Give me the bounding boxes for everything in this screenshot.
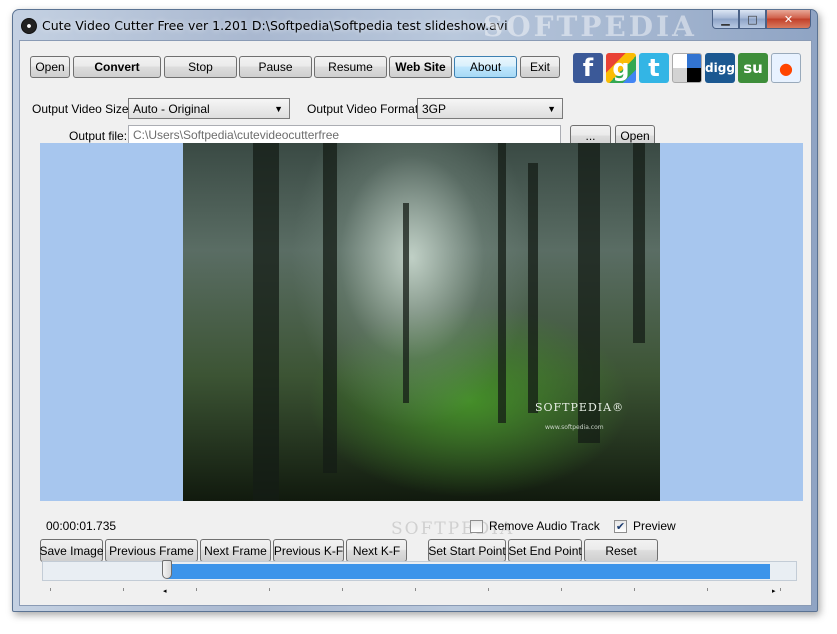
website-button[interactable]: Web Site <box>389 56 452 78</box>
timeline-tick <box>561 588 562 591</box>
preview-label: Preview <box>633 519 676 533</box>
timeline-thumb[interactable] <box>162 560 173 579</box>
save-image-button[interactable]: Save Image <box>39 539 104 562</box>
video-url: www.softpedia.com <box>545 424 604 431</box>
maximize-icon: □ <box>747 12 758 26</box>
convert-button[interactable]: Convert <box>73 56 161 78</box>
timeline-tick <box>634 588 635 591</box>
stop-button[interactable]: Stop <box>164 56 237 78</box>
selected-range-bar <box>167 564 770 579</box>
preview-checkbox[interactable]: ✔ <box>614 520 627 533</box>
previous-frame-button[interactable]: Previous Frame <box>105 539 198 562</box>
maximize-button[interactable]: □ <box>739 10 766 29</box>
exit-button[interactable]: Exit <box>520 56 560 78</box>
google-icon[interactable]: g <box>606 53 636 83</box>
output-file-field[interactable]: C:\Users\Softpedia\cutevideocutterfree <box>128 125 561 145</box>
checkmark-icon: ✔ <box>615 520 626 533</box>
timeline-tick <box>269 588 270 591</box>
timeline-tick <box>123 588 124 591</box>
app-window: Cute Video Cutter Free ver 1.201 D:\Soft… <box>12 9 818 612</box>
video-frame: SOFTPEDIA® www.softpedia.com <box>183 143 660 501</box>
end-point-marker: ▸ <box>772 587 776 595</box>
stumbleupon-icon[interactable]: su <box>738 53 768 83</box>
set-start-point-button[interactable]: Set Start Point <box>428 539 506 562</box>
digg-icon[interactable]: digg <box>705 53 735 83</box>
close-button[interactable]: ✕ <box>766 10 811 29</box>
delicious-icon[interactable] <box>672 53 702 83</box>
minimize-button[interactable]: ▁ <box>712 10 739 29</box>
start-point-marker: ◂ <box>163 587 167 595</box>
reddit-icon[interactable]: ● <box>771 53 801 83</box>
set-end-point-button[interactable]: Set End Point <box>508 539 582 562</box>
window-controls: ▁ □ ✕ <box>712 10 811 29</box>
facebook-icon[interactable]: f <box>573 53 603 83</box>
title-bar[interactable]: Cute Video Cutter Free ver 1.201 D:\Soft… <box>13 10 817 43</box>
timeline-tick <box>196 588 197 591</box>
timeline-tick <box>488 588 489 591</box>
main-panel: Open Convert Stop Pause Resume Web Site … <box>19 40 812 606</box>
film-reel-icon <box>21 18 37 34</box>
pause-button[interactable]: Pause <box>239 56 312 78</box>
timeline-ticks <box>50 588 790 592</box>
twitter-icon[interactable]: t <box>639 53 669 83</box>
about-button[interactable]: About <box>454 56 517 78</box>
reset-button[interactable]: Reset <box>584 539 658 562</box>
preview-area: SOFTPEDIA® www.softpedia.com <box>40 143 803 501</box>
watermark-logo: SOFTPEDIA <box>483 10 697 43</box>
close-icon: ✕ <box>783 12 794 26</box>
dropdown-arrow-icon: ▼ <box>274 104 283 114</box>
minimize-icon: ▁ <box>721 12 730 26</box>
video-watermark: SOFTPEDIA® <box>535 401 625 414</box>
timeline-tick <box>780 588 781 591</box>
timeline-tick <box>415 588 416 591</box>
timeline-tick <box>50 588 51 591</box>
output-size-select[interactable]: Auto - Original ▼ <box>128 98 290 119</box>
output-format-select[interactable]: 3GP ▼ <box>417 98 563 119</box>
next-keyframe-button[interactable]: Next K-F <box>346 539 407 562</box>
timeline-tick <box>707 588 708 591</box>
output-format-value: 3GP <box>422 101 447 116</box>
output-format-label: Output Video Format: <box>307 102 422 116</box>
resume-button[interactable]: Resume <box>314 56 387 78</box>
previous-keyframe-button[interactable]: Previous K-F <box>273 539 344 562</box>
open-video-button[interactable]: Open <box>30 56 70 78</box>
dropdown-arrow-icon: ▼ <box>547 104 556 114</box>
current-time: 00:00:01.735 <box>46 519 117 533</box>
timeline-tick <box>342 588 343 591</box>
remove-audio-checkbox[interactable] <box>470 520 483 533</box>
output-file-label: Output file: <box>69 129 128 143</box>
output-size-value: Auto - Original <box>133 101 210 116</box>
output-size-label: Output Video Size: <box>32 102 132 116</box>
window-title: Cute Video Cutter Free ver 1.201 D:\Soft… <box>42 18 508 33</box>
remove-audio-label: Remove Audio Track <box>489 519 600 533</box>
next-frame-button[interactable]: Next Frame <box>200 539 271 562</box>
